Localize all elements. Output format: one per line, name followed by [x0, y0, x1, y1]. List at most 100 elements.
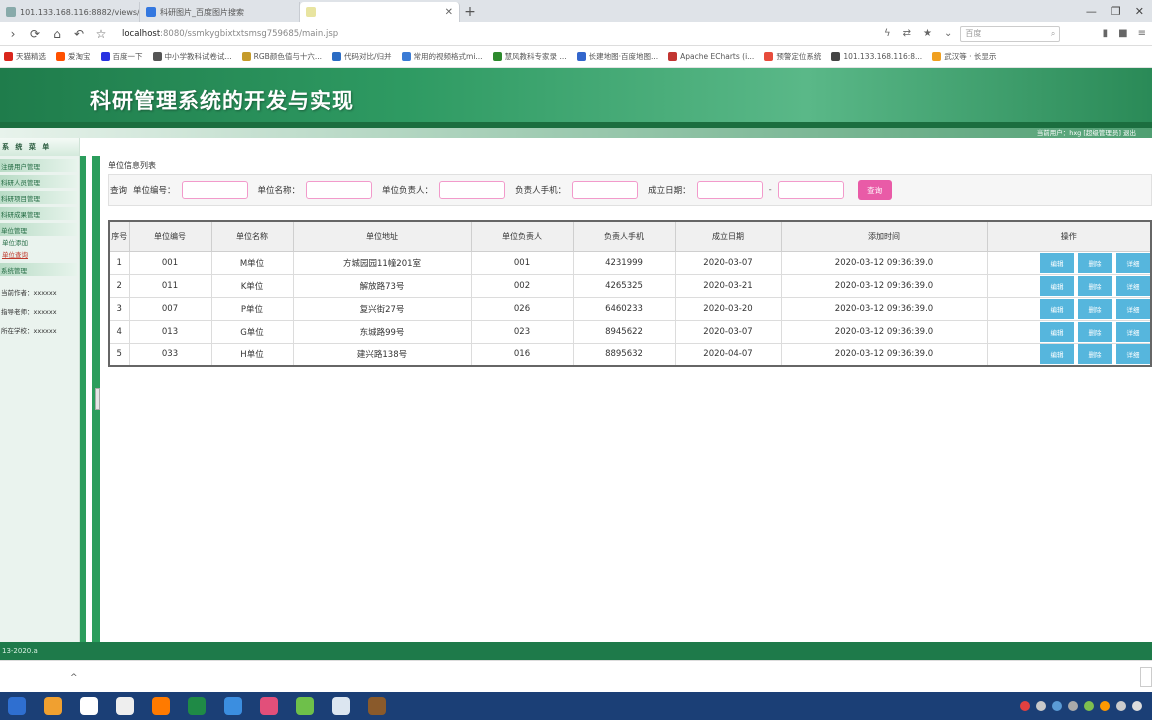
lightning-icon[interactable]: ϟ: [884, 28, 891, 39]
splitter-grip-handle[interactable]: [95, 388, 100, 410]
sync-icon[interactable]: ■: [1118, 28, 1127, 39]
bookmark-item[interactable]: 预警定位系统: [764, 51, 821, 62]
col-header-unit-code: 单位编号: [128, 220, 212, 252]
bookmark-item[interactable]: RGB颜色值与十六...: [241, 51, 322, 62]
edit-button[interactable]: 编辑: [1040, 321, 1074, 342]
url-input[interactable]: localhost:8080/ssmkygbixtxtsmsg759685/ma…: [116, 25, 876, 43]
menu-icon[interactable]: ≡: [1138, 28, 1146, 39]
share-icon[interactable]: ⇄: [903, 28, 911, 39]
delete-button[interactable]: 删除: [1078, 321, 1112, 342]
cell-actions: 编辑 删除 详细: [986, 319, 1152, 344]
tray-status-icon[interactable]: [1132, 701, 1142, 711]
col-header-unit-address: 单位地址: [292, 220, 472, 252]
leader-phone-input[interactable]: [572, 181, 639, 199]
taskbar-app-button[interactable]: [218, 693, 248, 719]
search-engine-box[interactable]: 百度 ⌕: [960, 25, 1061, 42]
founded-date-start-input[interactable]: [696, 181, 763, 199]
sidebar-item-system[interactable]: 系统管理: [0, 263, 77, 276]
edit-button[interactable]: 编辑: [1040, 252, 1074, 273]
bookmark-item[interactable]: 常用的视频格式mi...: [401, 51, 483, 62]
sidebar-item-researchers[interactable]: 科研人员管理: [0, 175, 77, 188]
taskbar-app-button[interactable]: [146, 693, 176, 719]
bookmark-item[interactable]: 天猫精选: [4, 51, 46, 62]
back-arrow-icon[interactable]: ›: [6, 27, 20, 41]
frame-splitter[interactable]: [80, 156, 102, 642]
taskbar-app-button[interactable]: [182, 693, 212, 719]
sidebar-item-results[interactable]: 科研成果管理: [0, 207, 77, 220]
tray-status-icon[interactable]: [1020, 701, 1030, 711]
close-window-icon[interactable]: ✕: [1135, 5, 1144, 18]
unit-name-input[interactable]: [306, 181, 373, 199]
bookmark-label: RGB颜色值与十六...: [253, 52, 322, 61]
browser-tab-active[interactable]: ✕: [300, 2, 460, 22]
delete-button[interactable]: 删除: [1078, 252, 1112, 273]
founded-date-end-input[interactable]: [777, 181, 844, 199]
bookmark-item[interactable]: Apache ECharts (i...: [668, 52, 754, 61]
sidebar-item-units[interactable]: 单位管理: [0, 223, 77, 236]
sidebar-subitem-query-unit[interactable]: 单位查询: [0, 248, 79, 260]
extension-icon[interactable]: ▮: [1103, 28, 1109, 39]
browser-tab-2[interactable]: 科研图片_百度图片搜索: [140, 2, 300, 22]
taskbar-app-button[interactable]: [2, 693, 32, 719]
taskbar-app-button[interactable]: [38, 693, 68, 719]
delete-button[interactable]: 删除: [1078, 344, 1112, 365]
tray-status-icon[interactable]: [1036, 701, 1046, 711]
delete-button[interactable]: 删除: [1078, 298, 1112, 319]
edit-button[interactable]: 编辑: [1040, 298, 1074, 319]
undo-icon[interactable]: ↶: [72, 27, 86, 41]
tray-status-icon[interactable]: [1116, 701, 1126, 711]
tray-status-icon[interactable]: [1052, 701, 1062, 711]
close-tab-icon[interactable]: ✕: [445, 7, 453, 18]
detail-button[interactable]: 详细: [1116, 252, 1150, 273]
cell-leader-phone: 6460233: [572, 296, 676, 321]
query-button[interactable]: 查询: [857, 180, 892, 200]
bookmark-star-icon[interactable]: ★: [923, 28, 932, 39]
user-info[interactable]: 当前用户：hxg [超级管理员] 退出: [1037, 128, 1136, 138]
table-row: 2 011 K单位 解放路73号 002 4265325 2020-03-21 2020-03…: [108, 273, 1152, 298]
restore-window-icon[interactable]: ❐: [1111, 5, 1121, 18]
taskbar-app-button[interactable]: [74, 693, 104, 719]
bookmark-item[interactable]: 爱淘宝: [56, 51, 91, 62]
bookmark-label: 代码对比/归并: [343, 52, 392, 61]
favorite-star-icon[interactable]: ☆: [94, 27, 108, 41]
minimize-window-icon[interactable]: —: [1086, 5, 1097, 18]
taskbar-app-button[interactable]: [362, 693, 392, 719]
sidebar-item-users[interactable]: 注册用户管理: [0, 159, 77, 172]
bookmark-item[interactable]: 中小学教科试卷试...: [152, 51, 232, 62]
cell-leader-phone: 8895632: [572, 342, 676, 367]
edit-button[interactable]: 编辑: [1040, 275, 1074, 296]
bookmark-item[interactable]: 代码对比/归并: [331, 51, 392, 62]
unit-leader-input[interactable]: [439, 181, 506, 199]
window-app-icon: [332, 697, 350, 715]
reload-icon[interactable]: ⟳: [28, 27, 42, 41]
sidebar-item-projects[interactable]: 科研项目管理: [0, 191, 77, 204]
detail-button[interactable]: 详细: [1116, 344, 1150, 365]
tray-status-icon[interactable]: [1084, 701, 1094, 711]
taskbar-app-button[interactable]: [110, 693, 140, 719]
dropdown-chevron-icon[interactable]: ⌄: [944, 28, 952, 39]
tray-status-icon[interactable]: [1100, 701, 1110, 711]
taskbar-app-button[interactable]: [326, 693, 356, 719]
bookmark-favicon-icon: [492, 52, 502, 61]
new-tab-button[interactable]: +: [460, 2, 480, 22]
edit-button[interactable]: 编辑: [1040, 344, 1074, 365]
search-icon[interactable]: ⌕: [1051, 29, 1055, 39]
taskbar-app-button[interactable]: [290, 693, 320, 719]
sidebar-subitem-add-unit[interactable]: 单位添加: [0, 236, 79, 248]
detail-button[interactable]: 详细: [1116, 321, 1150, 342]
bookmark-item[interactable]: 慧风教科专家录 ...: [492, 51, 567, 62]
taskbar-app-button[interactable]: [254, 693, 284, 719]
bookmark-item[interactable]: 百度一下: [100, 51, 143, 62]
unit-code-input[interactable]: [181, 181, 248, 199]
detail-button[interactable]: 详细: [1116, 298, 1150, 319]
bookmark-item[interactable]: 武汉等 · 长显示: [932, 51, 996, 62]
tray-status-icon[interactable]: [1068, 701, 1078, 711]
caret-up-icon[interactable]: ^: [70, 673, 78, 683]
home-icon[interactable]: ⌂: [50, 27, 64, 41]
bookmark-item[interactable]: 101.133.168.116:8...: [831, 52, 922, 61]
delete-button[interactable]: 删除: [1078, 275, 1112, 296]
bookmark-favicon-icon: [764, 52, 774, 61]
detail-button[interactable]: 详细: [1116, 275, 1150, 296]
browser-tab-1[interactable]: 101.133.168.116:8882/views/po...: [0, 2, 140, 22]
bookmark-item[interactable]: 长建地图·百度地图...: [576, 51, 658, 62]
